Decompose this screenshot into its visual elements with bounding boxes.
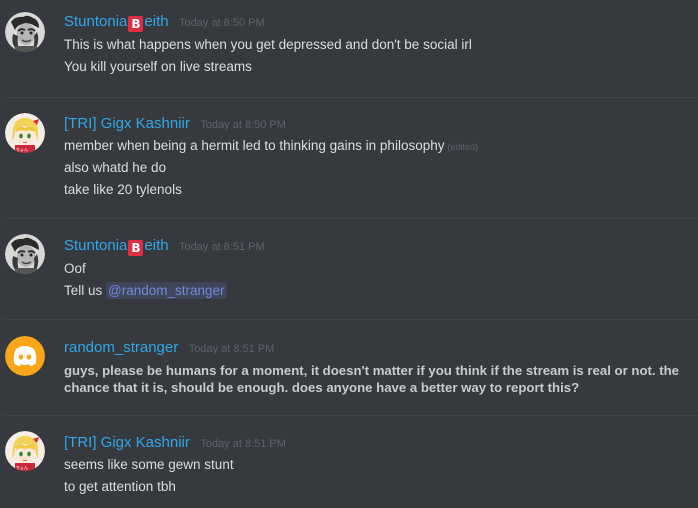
timestamp: Today at 8:51 PM <box>179 241 265 253</box>
timestamp: Today at 8:51 PM <box>200 438 286 450</box>
message-header: Stuntonia Beith Today at 8:51 PM <box>64 236 265 256</box>
username[interactable]: [TRI] Gigx Kashniir <box>64 434 190 451</box>
timestamp: Today at 8:50 PM <box>179 17 265 29</box>
message-divider <box>4 97 698 98</box>
message-divider <box>4 415 698 416</box>
message-text: seems like some gewn stunt <box>64 457 234 472</box>
timestamp: Today at 8:51 PM <box>188 343 275 355</box>
username[interactable]: Stuntonia Beith <box>64 237 169 256</box>
message-text: Oof <box>64 261 86 276</box>
message-divider <box>4 319 698 320</box>
username[interactable]: [TRI] Gigx Kashniir <box>64 115 190 132</box>
user-mention[interactable]: @random_stranger <box>106 282 227 299</box>
avatar[interactable]: ちょん <box>5 113 45 153</box>
message-text: You kill yourself on live streams <box>64 59 252 74</box>
message-text: Tell us @random_stranger <box>64 282 227 299</box>
message-text: also whatd he do <box>64 160 167 175</box>
message-text: to get attention tbh <box>64 479 176 494</box>
svg-text:ちょん: ちょん <box>16 464 28 470</box>
username[interactable]: Stuntonia Beith <box>64 13 169 32</box>
message-group: Stuntonia Beith Today at 8:50 PM This is … <box>0 0 698 110</box>
svg-text:ちょん: ちょん <box>16 146 28 152</box>
avatar[interactable]: ちょん <box>5 431 45 471</box>
message-header: [TRI] Gigx Kashniir Today at 8:50 PM <box>64 114 286 134</box>
b-emoji-badge: B <box>128 240 144 256</box>
message-divider <box>4 218 698 219</box>
avatar[interactable] <box>5 234 45 274</box>
anime-girl-avatar-icon: ちょん <box>5 431 45 471</box>
chat-messages: Stuntonia Beith Today at 8:50 PM This is … <box>0 0 698 508</box>
grayscale-portrait-avatar-icon <box>5 12 45 52</box>
edited-label: (edited) <box>447 142 478 152</box>
timestamp: Today at 8:50 PM <box>200 119 286 131</box>
avatar[interactable] <box>5 336 45 376</box>
message-text: take like 20 tylenols <box>64 182 182 197</box>
message-text: This is what happens when you get depres… <box>64 37 472 52</box>
message-text: guys, please be humans for a moment, it … <box>64 363 680 395</box>
avatar[interactable] <box>5 12 45 52</box>
message-header: Stuntonia Beith Today at 8:50 PM <box>64 12 265 32</box>
grayscale-portrait-avatar-icon <box>5 234 45 274</box>
message-header: random_stranger Today at 8:51 PM <box>64 338 274 358</box>
message-text: member when being a hermit led to thinki… <box>64 138 478 153</box>
anime-girl-avatar-icon: ちょん <box>5 113 45 153</box>
username[interactable]: random_stranger <box>64 339 178 356</box>
b-emoji-badge: B <box>128 16 144 32</box>
message-header: [TRI] Gigx Kashniir Today at 8:51 PM <box>64 433 286 453</box>
discord-logo-avatar-icon <box>5 336 45 376</box>
